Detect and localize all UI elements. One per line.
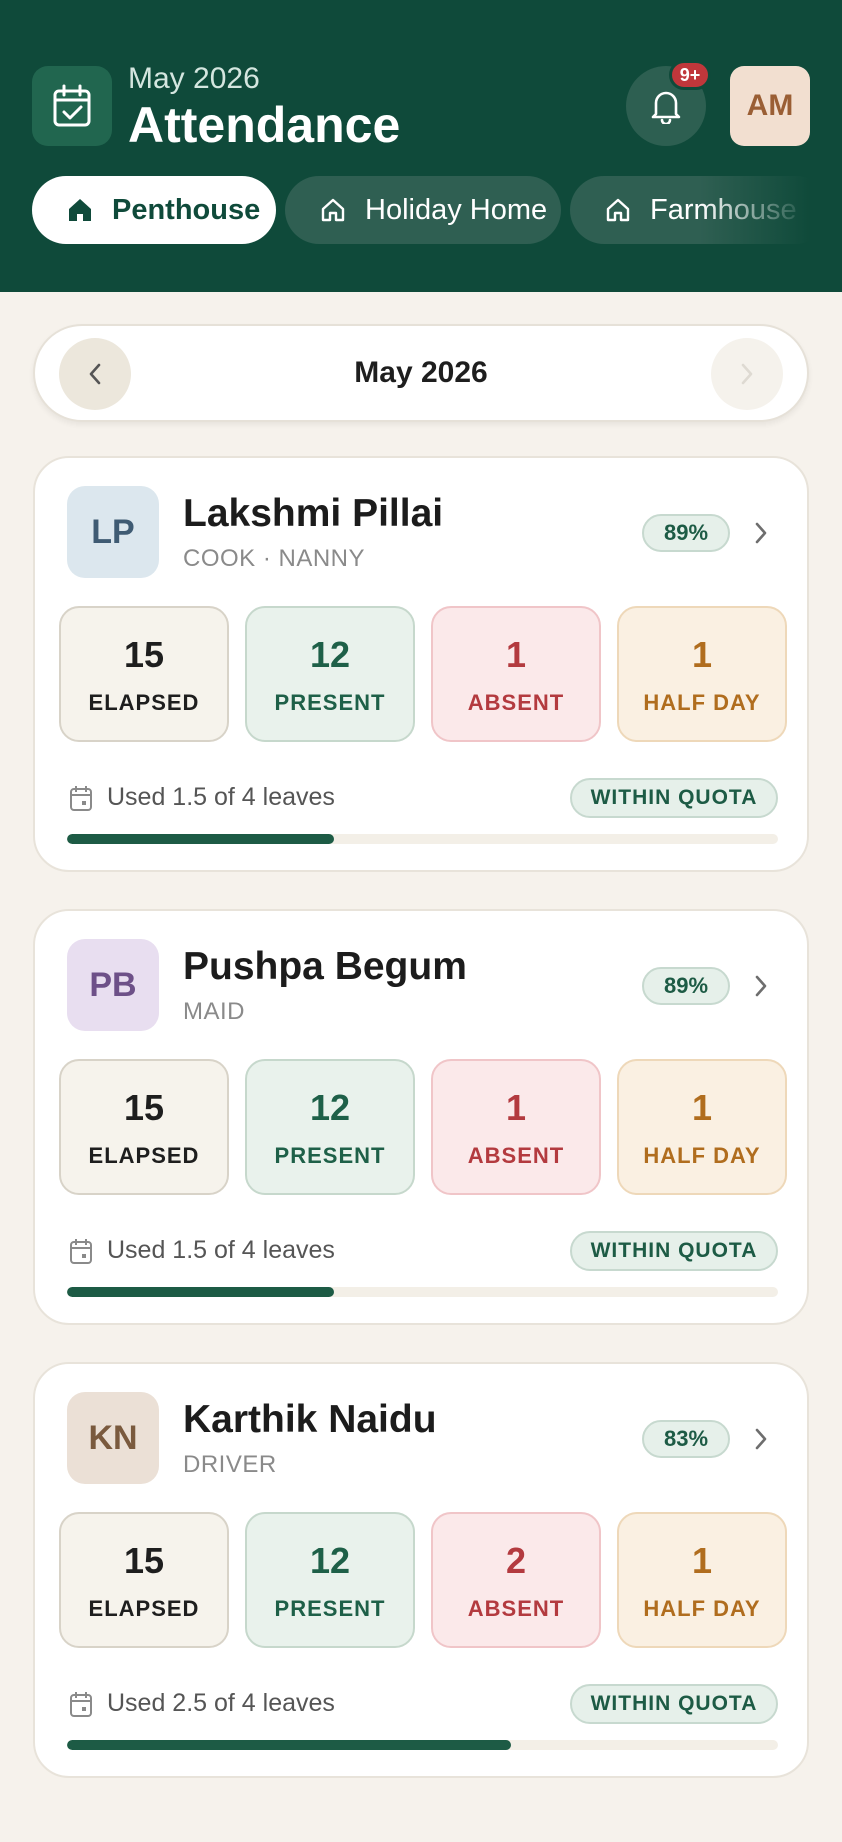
calendar-icon bbox=[70, 1692, 92, 1717]
tab-label: Farmhouse bbox=[650, 193, 797, 226]
staff-avatar: PB bbox=[67, 939, 159, 1031]
leave-progress-fill bbox=[67, 1740, 512, 1750]
leave-usage-text: Used 1.5 of 4 leaves bbox=[107, 783, 335, 811]
stat-label: PRESENT bbox=[274, 1143, 386, 1168]
stat-elapsed: 15 ELAPSED bbox=[59, 606, 229, 742]
staff-role: DRIVER bbox=[183, 1451, 277, 1478]
stat-value: 15 bbox=[123, 1087, 165, 1128]
stat-label: ABSENT bbox=[467, 1143, 565, 1168]
notification-count-badge: 9+ bbox=[669, 60, 711, 90]
stat-elapsed: 15 ELAPSED bbox=[59, 1059, 229, 1195]
stat-value: 12 bbox=[309, 1540, 351, 1581]
app-header: May 2026 Attendance 9+ AM Penthouse Holi… bbox=[0, 0, 842, 292]
staff-card[interactable]: PB Pushpa Begum MAID 89% 15 ELAPSED 12 P… bbox=[33, 909, 809, 1325]
staff-avatar: LP bbox=[67, 486, 159, 578]
stat-value: 1 bbox=[691, 1087, 713, 1128]
stat-value: 2 bbox=[505, 1540, 527, 1581]
quota-status-badge: WITHIN QUOTA bbox=[570, 778, 778, 818]
staff-card[interactable]: LP Lakshmi Pillai COOK · NANNY 89% 15 EL… bbox=[33, 456, 809, 872]
staff-name: Lakshmi Pillai bbox=[183, 492, 444, 535]
stat-value: 1 bbox=[505, 634, 527, 675]
stat-label: HALF DAY bbox=[643, 1596, 761, 1621]
chevron-right-icon[interactable] bbox=[747, 1424, 775, 1454]
staff-role: COOK · NANNY bbox=[183, 545, 366, 572]
stat-label: PRESENT bbox=[274, 690, 386, 715]
stat-value: 1 bbox=[505, 1087, 527, 1128]
month-selector: May 2026 bbox=[33, 324, 809, 422]
tab-penthouse[interactable]: Penthouse bbox=[32, 176, 276, 244]
calendar-icon bbox=[70, 1239, 92, 1264]
home-icon bbox=[598, 196, 638, 224]
stat-label: PRESENT bbox=[274, 1596, 386, 1621]
stat-present: 12 PRESENT bbox=[245, 1512, 415, 1648]
home-icon bbox=[313, 196, 353, 224]
bell-icon bbox=[651, 91, 681, 124]
staff-role: MAID bbox=[183, 998, 245, 1025]
stat-label: ABSENT bbox=[467, 1596, 565, 1621]
stat-label: HALF DAY bbox=[643, 690, 761, 715]
user-avatar[interactable]: AM bbox=[730, 66, 810, 146]
leave-usage-text: Used 2.5 of 4 leaves bbox=[107, 1689, 335, 1717]
stat-value: 12 bbox=[309, 634, 351, 675]
tab-farmhouse[interactable]: Farmhouse bbox=[570, 176, 810, 244]
stat-value: 1 bbox=[691, 634, 713, 675]
stat-value: 1 bbox=[691, 1540, 713, 1581]
stat-present: 12 PRESENT bbox=[245, 606, 415, 742]
chevron-right-icon bbox=[741, 363, 753, 385]
stat-absent: 1 ABSENT bbox=[431, 1059, 601, 1195]
tab-label: Holiday Home bbox=[365, 193, 548, 226]
leave-usage-text: Used 1.5 of 4 leaves bbox=[107, 1236, 335, 1264]
property-tabs: Penthouse Holiday Home Farmhouse bbox=[32, 176, 810, 244]
next-month-button[interactable] bbox=[711, 338, 783, 410]
page-title: Attendance bbox=[128, 97, 401, 153]
attendance-percent-badge: 89% bbox=[642, 514, 730, 552]
stat-half-day: 1 HALF DAY bbox=[617, 1512, 787, 1648]
chevron-right-icon[interactable] bbox=[747, 971, 775, 1001]
quota-status-badge: WITHIN QUOTA bbox=[570, 1231, 778, 1271]
attendance-percent-badge: 89% bbox=[642, 967, 730, 1005]
stat-value: 15 bbox=[123, 1540, 165, 1581]
quota-status-badge: WITHIN QUOTA bbox=[570, 1684, 778, 1724]
leave-progress-bar bbox=[67, 1740, 778, 1750]
stat-present: 12 PRESENT bbox=[245, 1059, 415, 1195]
stat-value: 15 bbox=[123, 634, 165, 675]
stat-absent: 1 ABSENT bbox=[431, 606, 601, 742]
stat-half-day: 1 HALF DAY bbox=[617, 606, 787, 742]
current-month-label: May 2026 bbox=[354, 356, 488, 389]
stat-absent: 2 ABSENT bbox=[431, 1512, 601, 1648]
calendar-check-icon bbox=[32, 66, 112, 146]
leave-progress-fill bbox=[67, 1287, 334, 1297]
stat-label: ELAPSED bbox=[88, 1596, 200, 1621]
staff-name: Karthik Naidu bbox=[183, 1398, 437, 1441]
stat-half-day: 1 HALF DAY bbox=[617, 1059, 787, 1195]
home-icon bbox=[60, 196, 100, 224]
tab-holiday-home[interactable]: Holiday Home bbox=[285, 176, 561, 244]
stat-elapsed: 15 ELAPSED bbox=[59, 1512, 229, 1648]
stat-value: 12 bbox=[309, 1087, 351, 1128]
attendance-percent-badge: 83% bbox=[642, 1420, 730, 1458]
calendar-icon bbox=[70, 786, 92, 811]
stat-label: HALF DAY bbox=[643, 1143, 761, 1168]
staff-card[interactable]: KN Karthik Naidu DRIVER 83% 15 ELAPSED 1… bbox=[33, 1362, 809, 1778]
leave-progress-bar bbox=[67, 834, 778, 844]
stat-label: ELAPSED bbox=[88, 1143, 200, 1168]
staff-avatar: KN bbox=[67, 1392, 159, 1484]
stat-label: ABSENT bbox=[467, 690, 565, 715]
leave-progress-bar bbox=[67, 1287, 778, 1297]
stat-label: ELAPSED bbox=[88, 690, 200, 715]
tab-label: Penthouse bbox=[112, 193, 261, 226]
leave-progress-fill bbox=[67, 834, 334, 844]
chevron-right-icon[interactable] bbox=[747, 518, 775, 548]
header-month: May 2026 bbox=[128, 62, 260, 95]
staff-name: Pushpa Begum bbox=[183, 945, 467, 988]
